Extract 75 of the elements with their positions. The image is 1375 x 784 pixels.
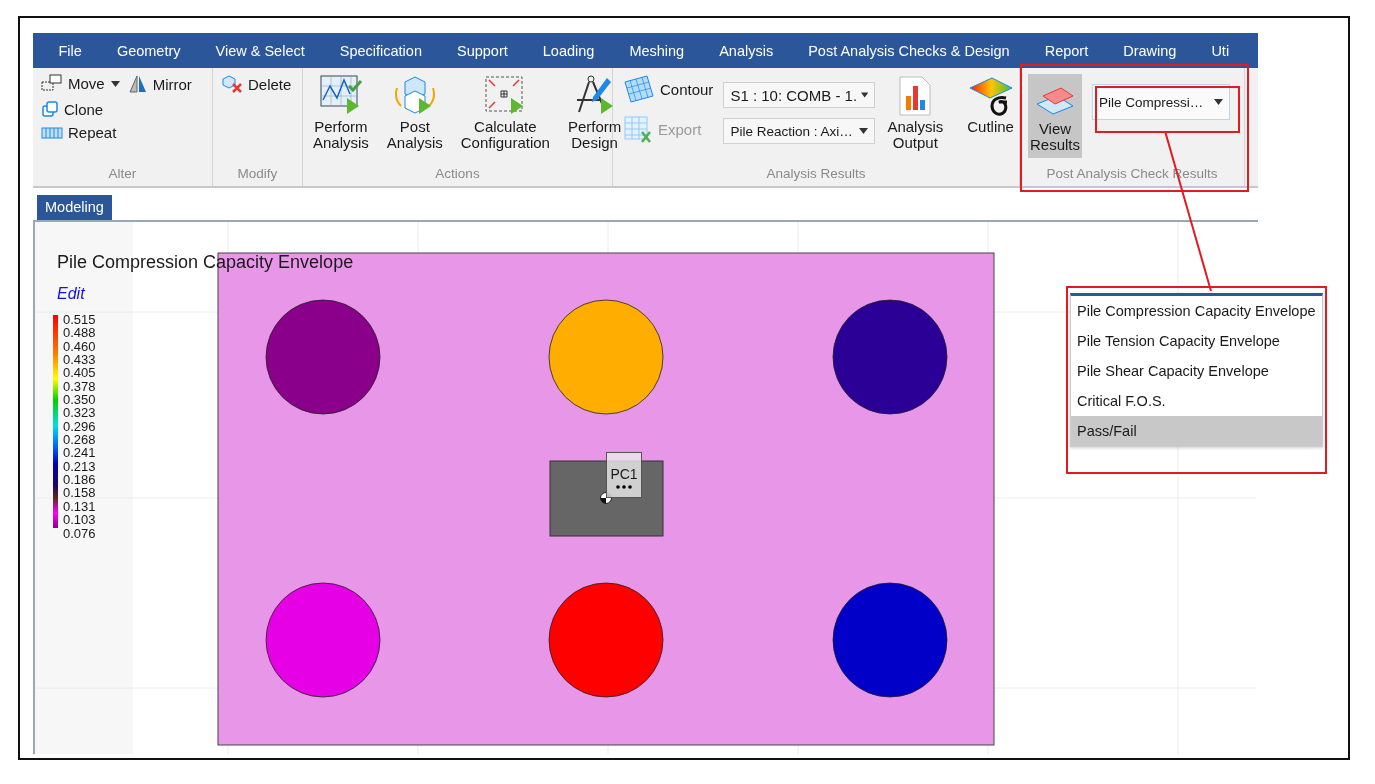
repeat-button[interactable]: Repeat xyxy=(41,124,117,141)
dropdown-option[interactable]: Pile Tension Capacity Envelope xyxy=(1071,326,1322,356)
dropdown-option[interactable]: Pass/Fail xyxy=(1071,416,1322,446)
dropdown-option[interactable]: Critical F.O.S. xyxy=(1071,386,1322,416)
move-icon xyxy=(41,74,63,92)
menu-item[interactable]: Analysis xyxy=(701,42,791,59)
caret-icon[interactable] xyxy=(110,81,120,87)
plot-title: Pile Compression Capacity Envelope xyxy=(57,252,354,273)
check-result-dropdown[interactable]: Pile Compressi… xyxy=(1092,84,1230,120)
menu-item[interactable]: File xyxy=(41,42,100,59)
group-label: Modify xyxy=(236,166,279,183)
menu-item[interactable]: Specification xyxy=(322,42,440,59)
bar-chart-document-icon xyxy=(898,76,933,116)
group-label: Actions xyxy=(434,166,481,183)
legend-value: 0.158 xyxy=(63,486,96,500)
clone-button[interactable]: Clone xyxy=(41,100,104,118)
legend-value: 0.378 xyxy=(63,379,96,394)
caret-icon xyxy=(861,92,869,98)
clone-icon xyxy=(41,100,59,118)
legend-value: 0.186 xyxy=(63,473,96,487)
more-icon xyxy=(616,485,632,489)
load-combination-dropdown[interactable]: S1 : 10: COMB - 1. xyxy=(723,82,876,108)
menu-item[interactable]: Support xyxy=(439,42,526,59)
menu-item[interactable]: Uti xyxy=(1193,42,1230,59)
sigma-plate-icon xyxy=(967,76,1014,116)
delete-icon xyxy=(221,74,243,94)
delete-button[interactable]: Delete xyxy=(221,74,292,94)
menu-item[interactable]: Geometry xyxy=(99,42,199,59)
group-label: Analysis Results xyxy=(765,166,867,183)
legend-value: 0.488 xyxy=(63,326,96,340)
legend-value: 0.433 xyxy=(63,353,96,367)
view-results-button[interactable]: View Results xyxy=(1028,74,1082,158)
legend-value: 0.241 xyxy=(63,446,96,460)
legend-value: 0.405 xyxy=(63,366,96,380)
menu-item[interactable]: Post Analysis Checks & Design xyxy=(790,42,1028,59)
result-type-dropdown[interactable]: Pile Reaction : Axi… xyxy=(723,118,876,144)
legend-value: 0.131 xyxy=(63,499,96,514)
menu-item[interactable]: View & Select xyxy=(198,42,323,59)
caret-icon xyxy=(859,128,869,134)
mesh-grid-icon xyxy=(623,74,655,104)
menu-item[interactable]: Report xyxy=(1027,42,1106,59)
chart-check-icon xyxy=(318,74,363,116)
legend-value: 0.076 xyxy=(63,526,96,540)
legend-value: 0.296 xyxy=(63,419,96,434)
perform-design-button[interactable]: Perform Design xyxy=(565,72,624,166)
legend-value: 0.515 xyxy=(63,313,96,327)
pier-label: PC1 xyxy=(610,467,638,482)
menu-item[interactable]: Loading xyxy=(525,42,612,59)
group-label: Alter xyxy=(107,166,138,183)
move-button[interactable]: Move xyxy=(41,74,105,92)
cube-play-icon xyxy=(392,74,437,116)
legend-value: 0.323 xyxy=(63,406,96,420)
dropdown-option[interactable]: Pile Shear Capacity Envelope xyxy=(1071,356,1322,386)
calculate-configuration-button[interactable]: Calculate Configuration xyxy=(458,72,552,166)
spreadsheet-icon xyxy=(623,114,653,144)
mirror-button[interactable]: Mirror xyxy=(127,74,192,94)
legend-value: 0.213 xyxy=(63,459,96,474)
edit-link[interactable]: Edit xyxy=(57,285,85,303)
legend-value: 0.350 xyxy=(63,393,96,407)
analysis-output-button[interactable]: Analysis Output xyxy=(885,74,946,153)
post-analysis-button[interactable]: Post Analysis xyxy=(384,72,445,166)
legend-value: 0.103 xyxy=(63,513,96,527)
document-tab[interactable]: Modeling xyxy=(37,195,112,220)
menu-item[interactable]: Drawing xyxy=(1105,42,1194,59)
caret-icon xyxy=(1214,99,1223,105)
pier-tag[interactable]: PC1 xyxy=(606,452,642,498)
mirror-icon xyxy=(127,74,148,94)
menu-item[interactable]: Meshing xyxy=(611,42,702,59)
cutline-button[interactable]: Cutline xyxy=(965,74,1016,137)
dropdown-option[interactable]: Pile Compression Capacity Envelope xyxy=(1071,296,1322,326)
legend-value: 0.268 xyxy=(63,433,96,447)
legend-value: 0.460 xyxy=(63,339,96,354)
repeat-icon xyxy=(41,125,63,140)
contour-button[interactable]: Contour xyxy=(623,74,714,104)
perform-analysis-button[interactable]: Perform Analysis xyxy=(311,72,371,166)
